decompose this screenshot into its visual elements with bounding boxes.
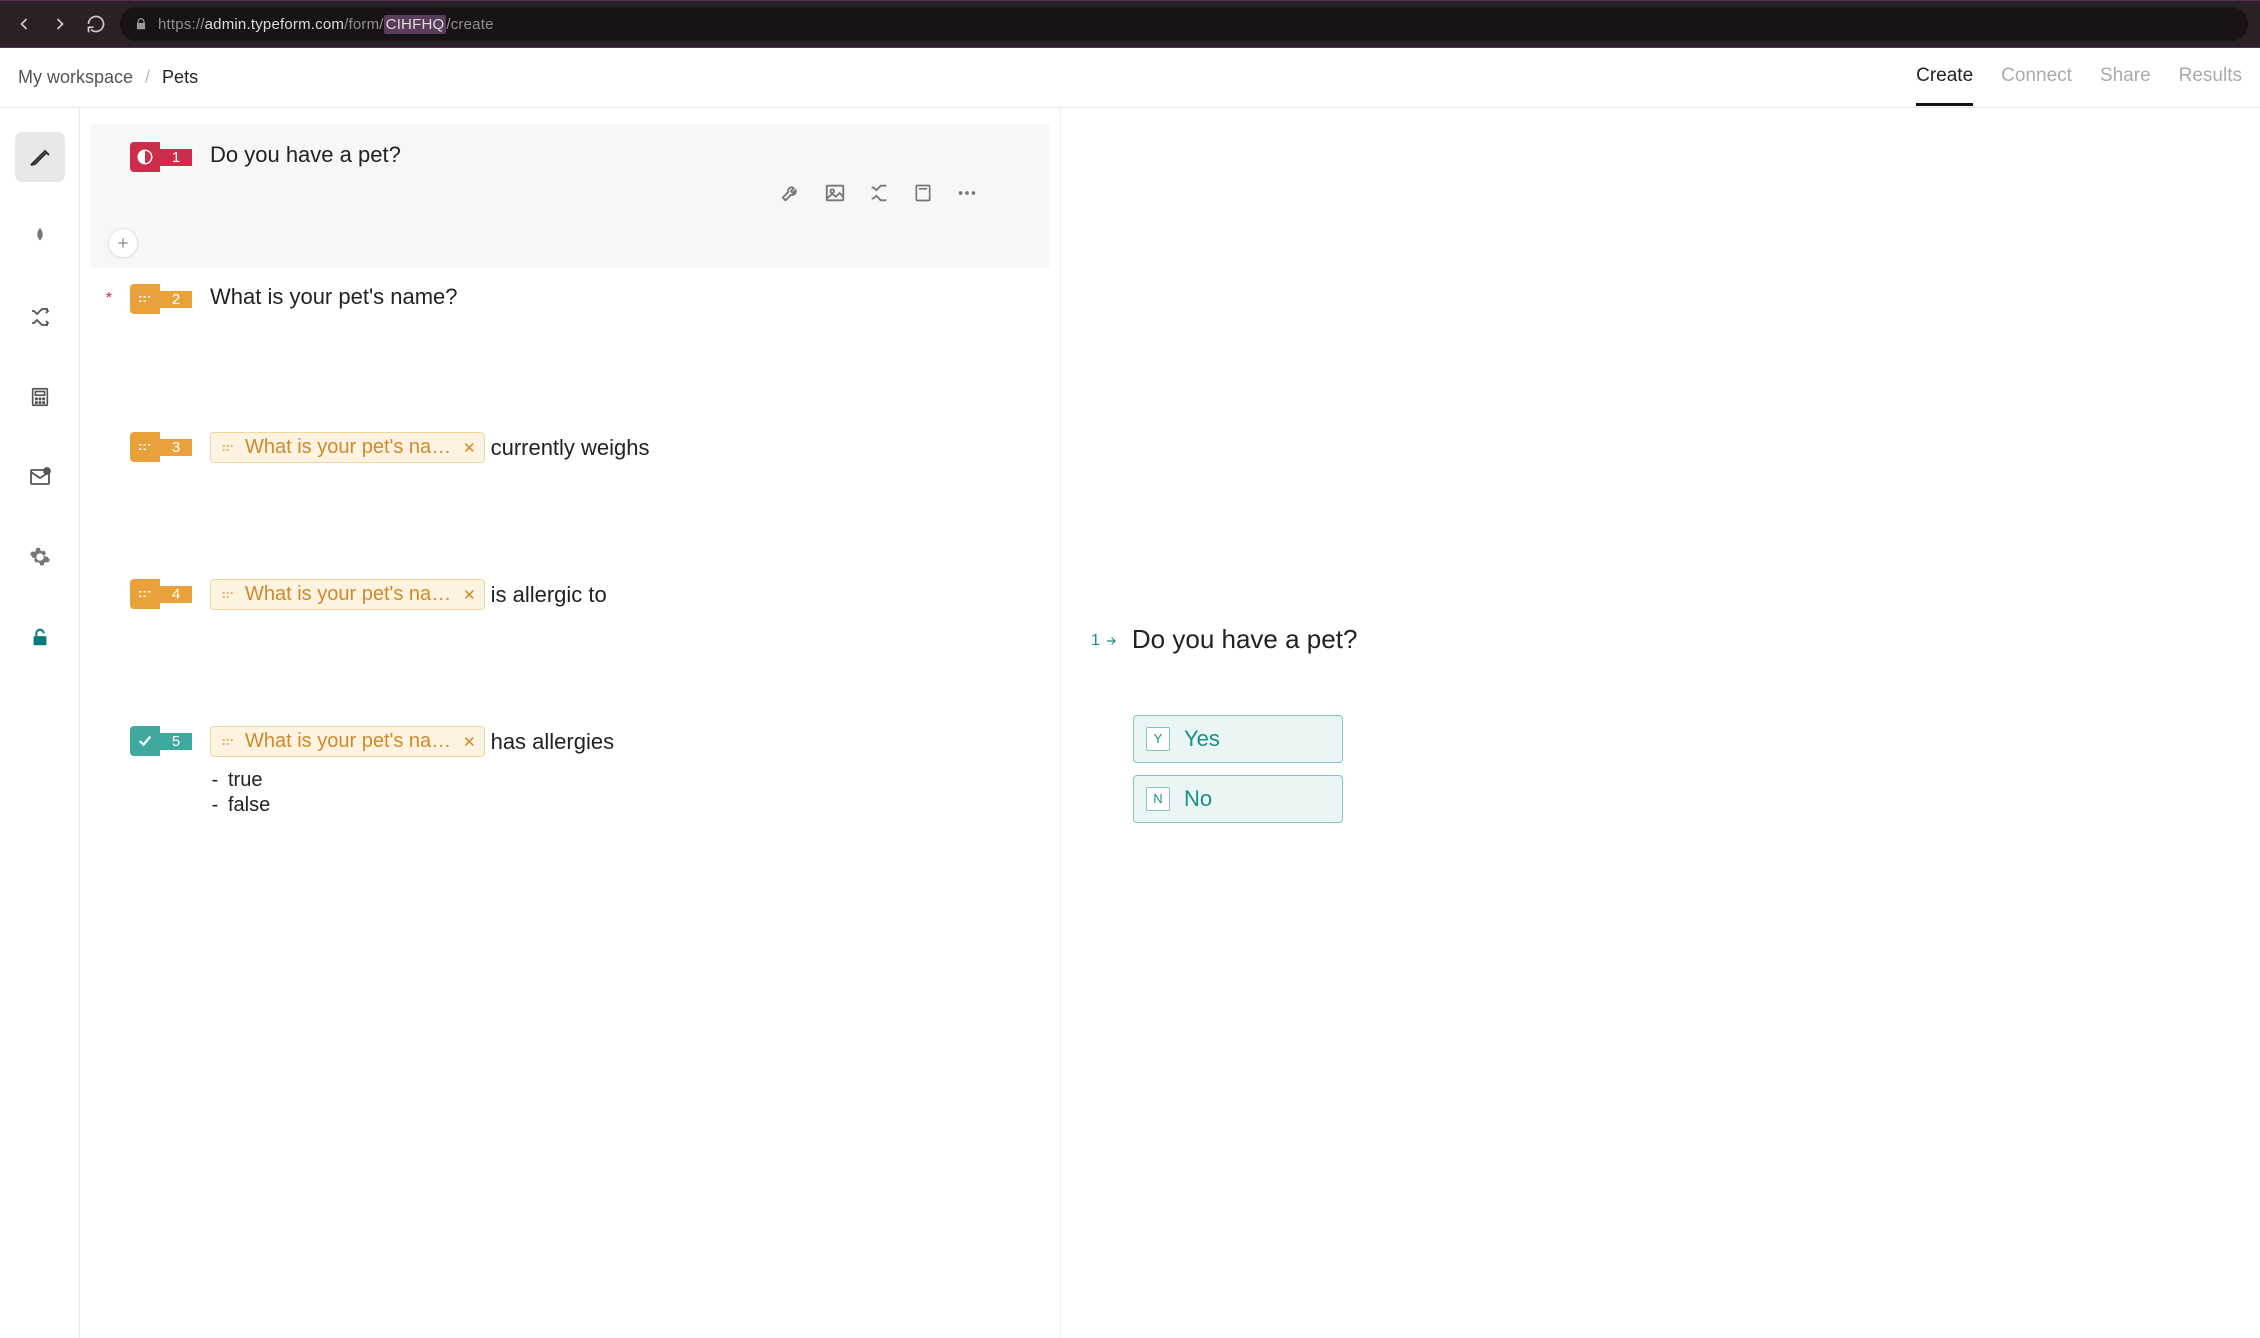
short-text-icon <box>130 432 160 462</box>
recall-text: What is your pet's nam... <box>245 436 455 459</box>
question-title[interactable]: What is your pet's nam... ✕ is allergic … <box>210 579 607 610</box>
tab-share[interactable]: Share <box>2100 49 2151 106</box>
preview-number: 1 <box>1091 632 1118 650</box>
option-item[interactable]: -true <box>210 769 614 792</box>
question-row[interactable]: 3 What is your pet's nam... ✕ currently … <box>90 424 1050 571</box>
tab-connect[interactable]: Connect <box>2001 49 2072 106</box>
choice-key: N <box>1146 787 1170 811</box>
required-indicator <box>98 732 112 750</box>
required-indicator <box>98 438 112 456</box>
question-number: 3 <box>160 439 192 456</box>
nav-forward-button[interactable] <box>48 12 72 36</box>
breadcrumb-workspace[interactable]: My workspace <box>18 67 133 88</box>
required-indicator <box>98 148 112 166</box>
question-editor: 1 Do you have a pet? <box>80 108 1060 1338</box>
tab-results[interactable]: Results <box>2179 49 2242 106</box>
breadcrumb-sep: / <box>145 67 150 88</box>
question-row[interactable]: 4 What is your pet's nam... ✕ is allergi… <box>90 571 1050 718</box>
url-host: admin.typeform.com <box>205 16 344 33</box>
more-icon[interactable] <box>954 180 980 206</box>
question-title[interactable]: What is your pet's name? <box>210 284 458 310</box>
url-path2: /create <box>446 16 493 33</box>
nav-back-button[interactable] <box>12 12 36 36</box>
short-text-icon <box>130 284 160 314</box>
short-text-icon <box>219 439 237 457</box>
rail-unlock-button[interactable] <box>15 612 65 662</box>
image-icon[interactable] <box>822 180 848 206</box>
tabs: Create Connect Share Results <box>1916 49 2242 106</box>
url-bar[interactable]: https:// admin.typeform.com /form/ CIHFH… <box>120 7 2248 41</box>
question-badge: 4 <box>130 579 192 609</box>
question-row[interactable]: 1 Do you have a pet? <box>90 124 1050 268</box>
add-question-button[interactable] <box>108 228 138 258</box>
question-badge: 2 <box>130 284 192 314</box>
short-text-icon <box>130 579 160 609</box>
question-suffix: currently weighs <box>491 435 650 461</box>
options-list: -true -false <box>210 767 614 817</box>
option-item[interactable]: -false <box>210 794 614 817</box>
recall-remove-icon[interactable]: ✕ <box>463 733 476 751</box>
rail-content-button[interactable] <box>15 132 65 182</box>
option-label: false <box>228 794 270 817</box>
logic-icon[interactable] <box>866 180 892 206</box>
recall-pill[interactable]: What is your pet's nam... ✕ <box>210 432 485 463</box>
breadcrumb-current[interactable]: Pets <box>162 67 198 88</box>
url-prefix: https:// <box>158 16 205 33</box>
question-title[interactable]: What is your pet's nam... ✕ has allergie… <box>210 726 614 757</box>
choice-key: Y <box>1146 727 1170 751</box>
question-badge: 1 <box>130 142 192 172</box>
app-bar: My workspace / Pets Create Connect Share… <box>0 48 2260 108</box>
rail-settings-button[interactable] <box>15 532 65 582</box>
question-row[interactable]: 5 What is your pet's nam... ✕ has allerg… <box>90 718 1050 825</box>
required-indicator: * <box>98 290 112 308</box>
question-suffix: is allergic to <box>491 582 607 608</box>
rail-followups-button[interactable] <box>15 452 65 502</box>
recall-pill[interactable]: What is your pet's nam... ✕ <box>210 726 485 757</box>
lock-icon <box>134 17 148 31</box>
recall-remove-icon[interactable]: ✕ <box>463 586 476 604</box>
question-badge: 3 <box>130 432 192 462</box>
question-title[interactable]: What is your pet's nam... ✕ currently we… <box>210 432 650 463</box>
preview-pane: 1 Do you have a pet? Y Yes N No <box>1060 108 2260 1338</box>
choice-label: No <box>1184 786 1212 812</box>
url-formid: CIHFHQ <box>384 15 447 34</box>
rail-logic-button[interactable] <box>15 292 65 342</box>
browser-bar: https:// admin.typeform.com /form/ CIHFH… <box>0 0 2260 48</box>
rail-calculator-button[interactable] <box>15 372 65 422</box>
question-row[interactable]: * 2 What is your pet's name? <box>90 268 1050 424</box>
recall-text: What is your pet's nam... <box>245 583 455 606</box>
choice-no[interactable]: N No <box>1133 775 1343 823</box>
short-text-icon <box>219 586 237 604</box>
choice-list: Y Yes N No <box>1091 715 2230 823</box>
url-path1: /form/ <box>344 16 384 33</box>
yesno-icon <box>130 142 160 172</box>
question-number: 5 <box>160 733 192 750</box>
left-rail <box>0 108 80 1338</box>
preview-title: Do you have a pet? <box>1132 624 1358 655</box>
recall-pill[interactable]: What is your pet's nam... ✕ <box>210 579 485 610</box>
calculator-icon[interactable] <box>910 180 936 206</box>
recall-remove-icon[interactable]: ✕ <box>463 439 476 457</box>
tab-create[interactable]: Create <box>1916 49 1973 106</box>
breadcrumb: My workspace / Pets <box>18 67 198 88</box>
short-text-icon <box>219 733 237 751</box>
settings-wrench-icon[interactable] <box>778 180 804 206</box>
question-number: 2 <box>160 291 192 308</box>
question-toolbar <box>778 180 980 206</box>
question-suffix: has allergies <box>491 729 615 755</box>
choice-yes[interactable]: Y Yes <box>1133 715 1343 763</box>
rail-design-button[interactable] <box>15 212 65 262</box>
question-badge: 5 <box>130 726 192 756</box>
question-number: 4 <box>160 586 192 603</box>
arrow-right-icon <box>1104 634 1118 648</box>
check-icon <box>130 726 160 756</box>
question-number: 1 <box>160 149 192 166</box>
required-indicator <box>98 585 112 603</box>
question-title[interactable]: Do you have a pet? <box>210 142 401 168</box>
recall-text: What is your pet's nam... <box>245 730 455 753</box>
choice-label: Yes <box>1184 726 1220 752</box>
option-label: true <box>228 769 262 792</box>
nav-reload-button[interactable] <box>84 12 108 36</box>
